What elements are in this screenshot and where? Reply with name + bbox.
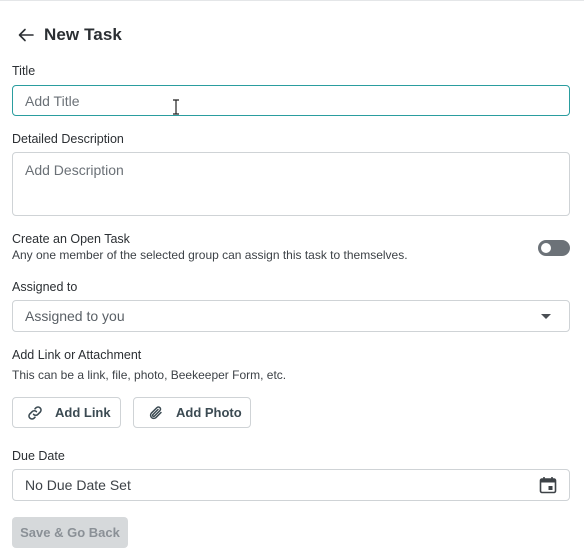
due-date-label: Due Date (12, 449, 65, 463)
arrow-left-icon (18, 28, 34, 42)
save-and-go-back-button[interactable]: Save & Go Back (12, 517, 128, 548)
assigned-to-label: Assigned to (12, 280, 78, 294)
add-link-label: Add Link (55, 405, 111, 420)
toggle-knob (541, 243, 551, 253)
assigned-to-value: Assigned to you (25, 308, 125, 324)
due-date-field[interactable]: No Due Date Set (12, 469, 570, 501)
page-header: New Task (16, 24, 122, 46)
attachments-label: Add Link or Attachment (12, 348, 142, 362)
chevron-down-icon (541, 313, 551, 319)
add-photo-button[interactable]: Add Photo (133, 397, 251, 428)
add-link-button[interactable]: Add Link (12, 397, 121, 428)
top-divider (0, 0, 584, 1)
due-date-value: No Due Date Set (25, 477, 131, 493)
paperclip-icon (149, 405, 162, 419)
open-task-toggle[interactable] (538, 240, 570, 256)
assigned-to-select[interactable]: Assigned to you (12, 300, 570, 332)
open-task-helper: Any one member of the selected group can… (12, 248, 408, 262)
description-textarea[interactable] (12, 152, 570, 216)
calendar-icon[interactable] (539, 476, 557, 494)
title-label: Title (12, 64, 36, 78)
title-input[interactable] (12, 85, 570, 116)
open-task-label: Create an Open Task (12, 232, 130, 246)
back-button[interactable] (16, 25, 36, 45)
description-label: Detailed Description (12, 132, 124, 146)
attachments-helper: This can be a link, file, photo, Beekeep… (12, 368, 287, 382)
link-icon (28, 405, 42, 420)
text-cursor-icon (173, 99, 179, 115)
page-title: New Task (44, 25, 122, 44)
add-photo-label: Add Photo (176, 405, 242, 420)
